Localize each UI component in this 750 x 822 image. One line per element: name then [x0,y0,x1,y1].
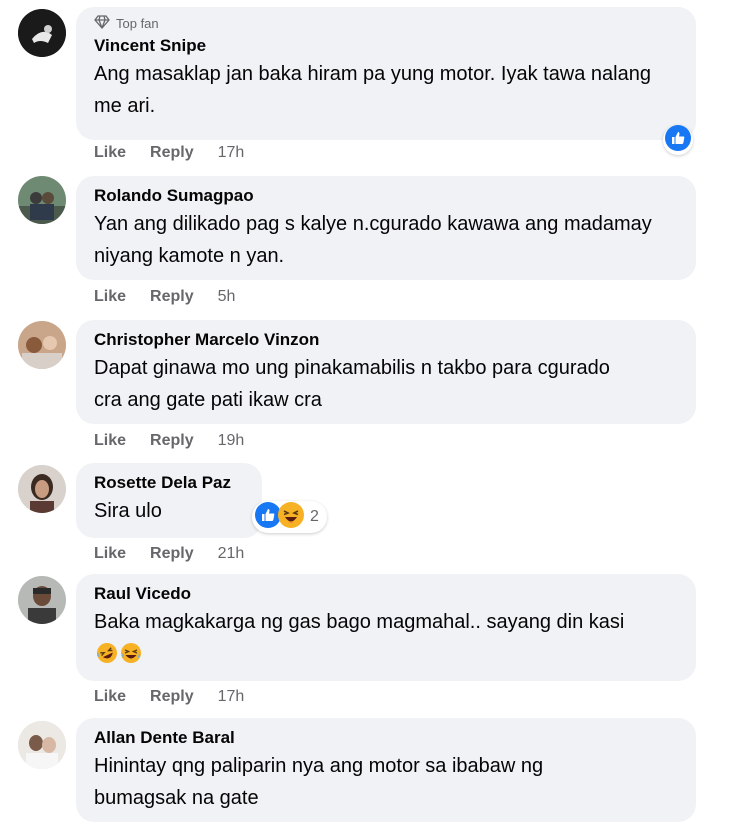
reply-button[interactable]: Reply [150,144,194,162]
comment-actions: Like Reply 17h [94,143,244,163]
diamond-icon [94,15,110,32]
reaction-count: 2 [310,508,319,525]
badge-label: Top fan [116,16,159,31]
comment-text-content: Baka magkakarga ng gas bago magmahal.. s… [94,611,625,633]
avatar[interactable] [18,9,66,57]
avatar[interactable] [18,576,66,624]
rofl-emoji-icon [96,642,118,674]
avatar[interactable] [18,321,66,369]
comment-bubble: Allan Dente Baral Hinintay qng paliparin… [76,718,696,822]
reaction-summary[interactable]: 2 [252,501,327,533]
like-button[interactable]: Like [94,144,126,162]
timestamp[interactable]: 21h [218,545,245,563]
like-reaction-icon [665,124,691,156]
comment-actions: Like Reply 5h [94,287,235,307]
comment-bubble: Rolando Sumagpao Yan ang dilikado pag s … [76,176,696,280]
reply-button[interactable]: Reply [150,545,194,563]
like-button[interactable]: Like [94,545,126,563]
reply-button[interactable]: Reply [150,688,194,706]
comment-actions: Like Reply 21h [94,544,244,564]
comment-text: Baka magkakarga ng gas bago magmahal.. s… [94,606,654,674]
timestamp[interactable]: 5h [218,288,236,306]
like-button[interactable]: Like [94,432,126,450]
timestamp[interactable]: 17h [218,144,245,162]
comment-author[interactable]: Allan Dente Baral [94,726,678,750]
comment-actions: Like Reply 17h [94,687,244,707]
comment-bubble: Top fan Vincent Snipe Ang masaklap jan b… [76,7,696,140]
comment-text: Yan ang dilikado pag s kalye n.cgurado k… [94,213,652,267]
like-button[interactable]: Like [94,688,126,706]
like-button[interactable]: Like [94,288,126,306]
comment-author[interactable]: Raul Vicedo [94,582,678,606]
comment-text: Hinintay qng paliparin nya ang motor sa … [94,755,544,809]
comment-bubble: Rosette Dela Paz Sira ulo [76,463,262,538]
comment-author[interactable]: Vincent Snipe [94,34,678,58]
comment-text: Ang masaklap jan baka hiram pa yung moto… [94,63,651,117]
comment-author[interactable]: Christopher Marcelo Vinzon [94,328,678,352]
reply-button[interactable]: Reply [150,288,194,306]
timestamp[interactable]: 17h [218,688,245,706]
avatar[interactable] [18,465,66,513]
comment-actions: Like Reply 19h [94,431,244,451]
comment-author[interactable]: Rosette Dela Paz [94,471,244,495]
avatar[interactable] [18,176,66,224]
haha-reaction-icon [278,501,304,533]
timestamp[interactable]: 19h [218,432,245,450]
reply-button[interactable]: Reply [150,432,194,450]
comment-text: Dapat ginawa mo ung pinakamabilis n takb… [94,357,610,411]
top-fan-badge: Top fan [94,15,678,32]
laughing-emoji-icon [120,642,142,674]
comment-bubble: Raul Vicedo Baka magkakarga ng gas bago … [76,574,696,681]
comment-author[interactable]: Rolando Sumagpao [94,184,678,208]
reaction-summary[interactable] [663,124,693,156]
comment-bubble: Christopher Marcelo Vinzon Dapat ginawa … [76,320,696,424]
avatar[interactable] [18,721,66,769]
comment-text: Sira ulo [94,500,162,522]
